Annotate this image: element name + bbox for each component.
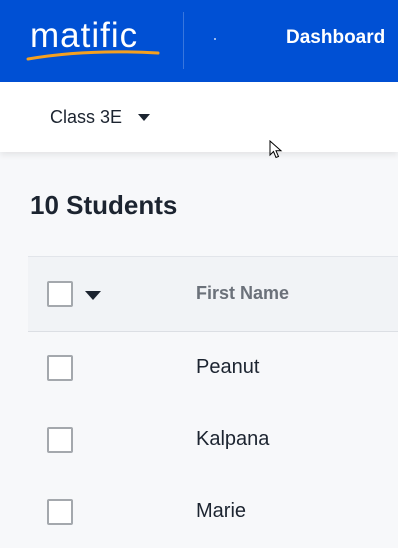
top-navigation-bar: matific Dashboard [0, 0, 398, 82]
row-checkbox[interactable] [47, 355, 73, 381]
first-name-column-header[interactable]: First Name [196, 283, 289, 304]
table-row[interactable]: Marie [28, 476, 398, 548]
select-options-caret-icon[interactable] [85, 291, 101, 300]
table-header-row: First Name [28, 256, 398, 332]
student-first-name: Marie [196, 500, 247, 522]
table-row[interactable]: Kalpana [28, 404, 398, 476]
select-all-checkbox[interactable] [47, 281, 73, 307]
class-bar: Class 3E [0, 82, 398, 152]
row-checkbox[interactable] [47, 427, 73, 453]
logo-swoosh-icon [26, 50, 160, 61]
mouse-pointer-icon [269, 140, 283, 159]
nav-dashboard-link[interactable]: Dashboard [286, 27, 385, 49]
student-first-name: Peanut [196, 356, 260, 378]
chevron-down-icon [138, 113, 151, 121]
topbar-divider [183, 12, 184, 69]
class-selector-dropdown[interactable]: Class 3E [50, 104, 151, 130]
class-selector-label: Class 3E [50, 106, 123, 127]
row-checkbox[interactable] [47, 499, 73, 525]
student-table: First Name Peanut Kalpana Marie [28, 256, 398, 548]
table-row[interactable]: Peanut [28, 332, 398, 404]
student-first-name: Kalpana [196, 428, 270, 450]
student-count-heading: 10 Students [30, 190, 178, 220]
topbar-dot [214, 38, 216, 40]
